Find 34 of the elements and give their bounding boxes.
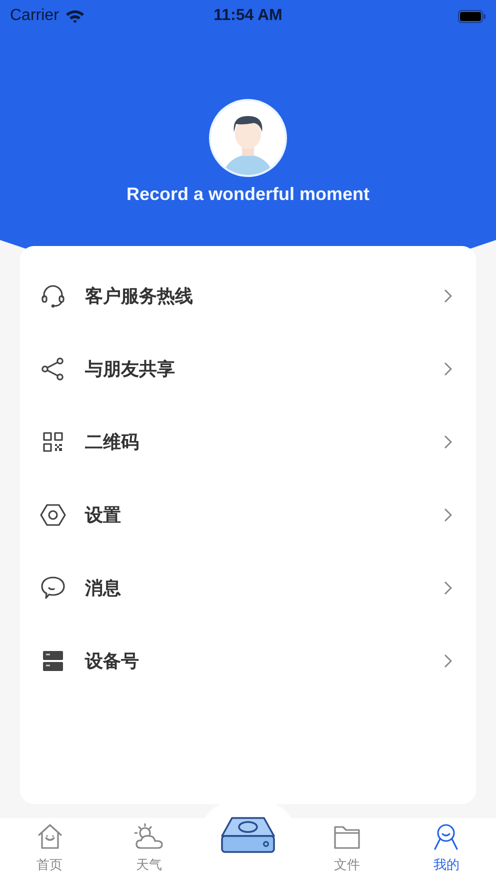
status-time: 11:54 AM bbox=[214, 7, 282, 25]
tab-item[interactable]: 文件 bbox=[298, 818, 397, 882]
sun-cloud-icon bbox=[132, 822, 165, 852]
menu-item[interactable]: 客户服务热线 bbox=[20, 259, 476, 332]
avatar-icon bbox=[208, 98, 288, 178]
profile-tagline: Record a wonderful moment bbox=[126, 184, 370, 205]
menu-label: 二维码 bbox=[85, 430, 140, 454]
menu-item[interactable]: 设置 bbox=[20, 478, 476, 551]
tab-item[interactable]: 我的 bbox=[396, 818, 496, 882]
menu-label: 客户服务热线 bbox=[85, 284, 194, 308]
chevron-right-icon bbox=[444, 508, 452, 522]
battery-icon bbox=[458, 10, 486, 22]
menu-label: 消息 bbox=[85, 576, 122, 600]
menu-label: 与朋友共享 bbox=[85, 358, 176, 380]
headset-icon bbox=[40, 282, 66, 308]
chevron-right-icon bbox=[444, 434, 452, 448]
chevron-right-icon bbox=[444, 362, 452, 376]
tab-item[interactable]: 首页 bbox=[0, 818, 100, 882]
chevron-right-icon bbox=[444, 580, 452, 594]
menu-item[interactable]: 设备号 bbox=[20, 624, 476, 697]
menu-item[interactable]: 二维码 bbox=[20, 405, 476, 478]
hard-drive-icon[interactable] bbox=[220, 816, 276, 854]
carrier-name: Carrier bbox=[10, 7, 59, 25]
menu-item[interactable]: 消息 bbox=[20, 551, 476, 624]
wifi-icon bbox=[64, 9, 85, 23]
settings-icon bbox=[40, 502, 66, 528]
menu-label: 设置 bbox=[85, 504, 122, 526]
chevron-right-icon bbox=[444, 288, 452, 302]
chat-bubble-icon bbox=[40, 574, 66, 600]
tab-item[interactable]: 天气 bbox=[99, 818, 198, 882]
chevron-right-icon bbox=[444, 654, 452, 668]
menu-item[interactable]: 与朋友共享 bbox=[20, 332, 476, 405]
share-icon bbox=[40, 356, 66, 382]
menu-label: 设备号 bbox=[85, 650, 140, 672]
